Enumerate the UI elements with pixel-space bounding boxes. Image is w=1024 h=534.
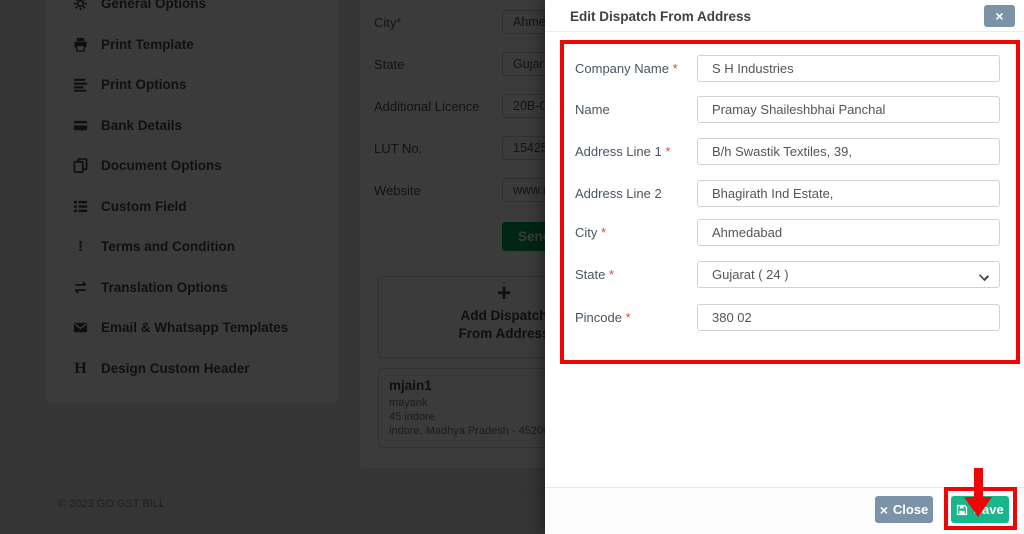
edit-dispatch-from-address-modal: Edit Dispatch From Address × Company Nam… bbox=[545, 0, 1024, 534]
field-label: City * bbox=[575, 225, 607, 240]
field-label: Address Line 1 * bbox=[575, 144, 671, 159]
company-name-input[interactable] bbox=[697, 55, 1000, 82]
state-select[interactable]: Gujarat ( 24 ) bbox=[697, 261, 1000, 288]
modal-header: Edit Dispatch From Address × bbox=[545, 0, 1024, 32]
name-input[interactable] bbox=[697, 96, 1000, 123]
close-x-icon: × bbox=[879, 501, 888, 518]
close-button-label: Close bbox=[892, 502, 929, 517]
save-button-label: Save bbox=[973, 502, 1004, 517]
floppy-disk-icon bbox=[956, 504, 968, 516]
chevron-down-icon bbox=[978, 270, 990, 282]
modal-footer: × Close Save bbox=[545, 487, 1024, 534]
address-line-1-input[interactable] bbox=[697, 138, 1000, 165]
field-label: Name bbox=[575, 102, 610, 117]
pincode-input[interactable] bbox=[697, 304, 1000, 331]
field-label: Address Line 2 bbox=[575, 186, 662, 201]
address-line-2-input[interactable] bbox=[697, 180, 1000, 207]
field-label: State * bbox=[575, 267, 615, 282]
field-label: Company Name * bbox=[575, 61, 678, 76]
field-label: Pincode * bbox=[575, 310, 631, 325]
save-button[interactable]: Save bbox=[951, 496, 1009, 523]
modal-backdrop[interactable] bbox=[0, 0, 545, 534]
close-button[interactable]: × Close bbox=[875, 496, 933, 523]
app-screen: General Options Print Template Print Opt… bbox=[0, 0, 1024, 534]
state-select-value: Gujarat ( 24 ) bbox=[712, 267, 789, 282]
modal-title: Edit Dispatch From Address bbox=[570, 9, 752, 24]
city-input[interactable] bbox=[697, 219, 1000, 246]
modal-close-button[interactable]: × bbox=[984, 5, 1015, 27]
